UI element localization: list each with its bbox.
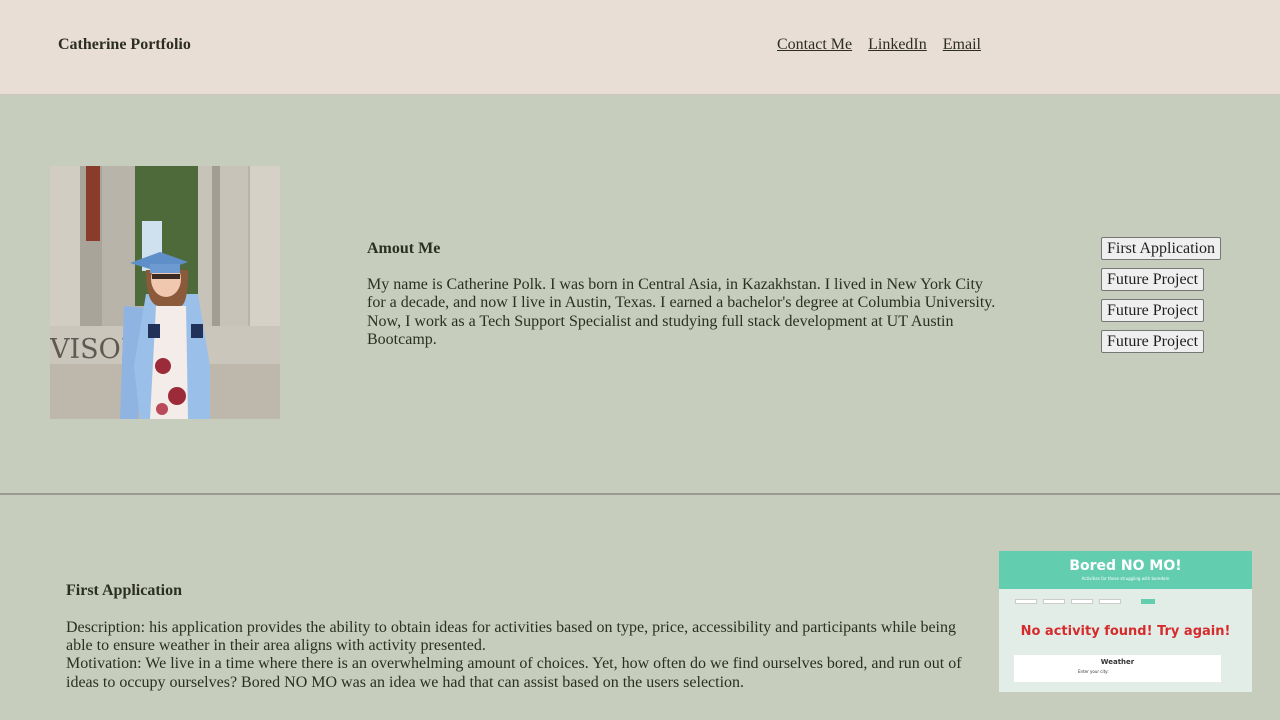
project-motivation: Motivation: We live in a time where ther… — [66, 655, 962, 691]
first-application-button[interactable]: First Application — [1101, 237, 1221, 260]
nav-link-linkedin[interactable]: LinkedIn — [868, 36, 927, 54]
project-screenshot: Bored NO MO! Activities for those strugg… — [999, 551, 1252, 692]
screenshot-search-button — [1141, 599, 1155, 604]
screenshot-filter-inputs — [1015, 599, 1155, 604]
screenshot-weather-box: Weather Enter your city: — [1014, 655, 1221, 682]
profile-photo: VISOHN — [50, 166, 280, 419]
site-header: Catherine Portfolio Contact Me LinkedIn … — [0, 0, 1280, 95]
future-project-button-1[interactable]: Future Project — [1101, 268, 1205, 291]
screenshot-weather-title: Weather — [1100, 658, 1135, 666]
nav-link-contact[interactable]: Contact Me — [777, 36, 852, 54]
nav-link-email[interactable]: Email — [943, 36, 981, 54]
brand-title: Catherine Portfolio — [58, 36, 191, 53]
screenshot-input — [1015, 599, 1037, 604]
screenshot-weather-prompt: Enter your city: — [1078, 669, 1109, 674]
screenshot-input — [1099, 599, 1121, 604]
top-nav: Contact Me LinkedIn Email — [777, 36, 981, 54]
project-text: Description: his application provides th… — [66, 619, 986, 692]
screenshot-subtitle: Activities for those struggling with bor… — [1081, 576, 1170, 581]
project-heading: First Application — [66, 582, 183, 599]
screenshot-message: No activity found! Try again! — [1020, 624, 1231, 639]
screenshot-input — [1071, 599, 1093, 604]
screenshot-app-title: Bored NO MO! — [1069, 558, 1182, 574]
future-project-button-2[interactable]: Future Project — [1101, 299, 1205, 322]
about-text: My name is Catherine Polk. I was born in… — [367, 276, 996, 348]
about-heading: Amout Me — [367, 240, 441, 257]
project-description: Description: his application provides th… — [66, 619, 956, 655]
project-nav: First Application Future Project Future … — [1101, 237, 1221, 353]
section-divider — [0, 493, 1280, 495]
screenshot-input — [1043, 599, 1065, 604]
future-project-button-3[interactable]: Future Project — [1101, 330, 1205, 353]
